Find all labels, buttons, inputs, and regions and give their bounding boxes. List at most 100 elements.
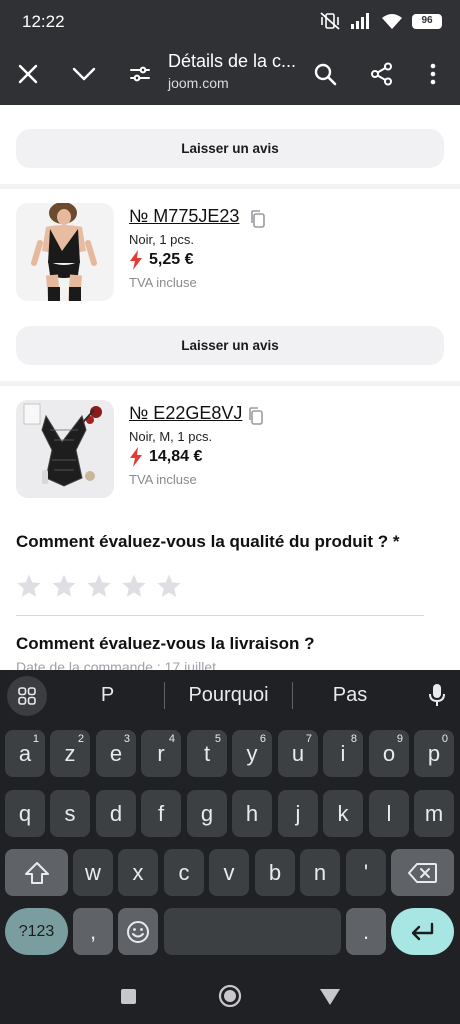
- section-separator: [0, 381, 460, 386]
- star-icon[interactable]: [51, 573, 77, 599]
- key-t[interactable]: t5: [187, 730, 227, 777]
- key-c[interactable]: c: [164, 849, 204, 896]
- key-i[interactable]: i8: [323, 730, 363, 777]
- star-icon[interactable]: [16, 573, 42, 599]
- wifi-icon: [382, 14, 402, 29]
- status-time: 12:22: [22, 12, 65, 31]
- suggestion[interactable]: P: [60, 684, 155, 707]
- star-icon[interactable]: [156, 573, 182, 599]
- star-icon[interactable]: [121, 573, 147, 599]
- tax-note: TVA incluse: [129, 472, 197, 487]
- page-title: Détails de la c...: [168, 51, 297, 71]
- key-f[interactable]: f: [141, 790, 181, 837]
- page-title-area[interactable]: Détails de la c... joom.com: [168, 51, 308, 91]
- browser-toolbar: Détails de la c... joom.com: [0, 44, 460, 105]
- key-o[interactable]: o9: [369, 730, 409, 777]
- delivery-question: Comment évaluez-vous la livraison ?: [16, 634, 315, 653]
- suggestion[interactable]: Pas: [298, 684, 402, 707]
- battery-icon: 96: [412, 13, 442, 29]
- vibrate-off-icon: [320, 12, 340, 30]
- order-price: 5,25 €: [149, 251, 194, 268]
- divider: [16, 615, 424, 616]
- key-e[interactable]: e3: [96, 730, 136, 777]
- shift-key[interactable]: [5, 849, 68, 896]
- key-k[interactable]: k: [323, 790, 363, 837]
- key-l[interactable]: l: [369, 790, 409, 837]
- emoji-key[interactable]: [118, 908, 158, 955]
- quality-rating[interactable]: [16, 573, 182, 599]
- keyboard: P Pourquoi Pas a1 z2 e3 r4 t5 y6 u7 i8 o…: [0, 670, 460, 970]
- quality-question: Comment évaluez-vous la qualité du produ…: [16, 532, 400, 551]
- copy-icon[interactable]: [248, 209, 268, 229]
- back-icon[interactable]: [319, 988, 341, 1006]
- lightning-icon: [130, 250, 142, 270]
- order-date: Date de la commande : 17 juillet: [16, 659, 216, 670]
- status-bar: 12:22 96: [0, 0, 460, 44]
- key-y[interactable]: y6: [232, 730, 272, 777]
- page-url: joom.com: [168, 75, 229, 91]
- leave-review-button[interactable]: Laisser un avis: [16, 326, 444, 365]
- suggestion-bar: P Pourquoi Pas: [0, 670, 460, 722]
- status-icons: 96: [319, 11, 442, 31]
- key-apostrophe[interactable]: ': [346, 849, 386, 896]
- key-n[interactable]: n: [300, 849, 340, 896]
- keyboard-menu-button[interactable]: [7, 676, 47, 716]
- signal-icon: [351, 13, 369, 29]
- key-q[interactable]: q: [5, 790, 45, 837]
- symbols-key[interactable]: ?123: [5, 908, 68, 955]
- key-u[interactable]: u7: [278, 730, 318, 777]
- key-h[interactable]: h: [232, 790, 272, 837]
- key-j[interactable]: j: [278, 790, 318, 837]
- star-icon[interactable]: [86, 573, 112, 599]
- key-r[interactable]: r4: [141, 730, 181, 777]
- page-content: Laisser un avis № M775JE23 Noir, 1 pcs. …: [0, 105, 460, 670]
- recents-icon[interactable]: [120, 988, 137, 1005]
- leave-review-button[interactable]: Laisser un avis: [16, 129, 444, 168]
- key-v[interactable]: v: [209, 849, 249, 896]
- order-number[interactable]: № E22GE8VJ: [129, 403, 242, 424]
- navigation-bar: [0, 970, 460, 1024]
- share-button[interactable]: [362, 54, 402, 94]
- order-variant: Noir, 1 pcs.: [129, 232, 195, 247]
- tax-note: TVA incluse: [129, 275, 197, 290]
- key-w[interactable]: w: [73, 849, 113, 896]
- microphone-icon[interactable]: [429, 683, 445, 707]
- backspace-key[interactable]: [391, 849, 454, 896]
- shift-icon: [24, 861, 49, 884]
- suggestion[interactable]: Pourquoi: [170, 684, 287, 707]
- key-m[interactable]: m: [414, 790, 454, 837]
- lingerie-image: [16, 203, 114, 301]
- product-image[interactable]: [16, 203, 114, 301]
- minimize-button[interactable]: [64, 54, 104, 94]
- price-row: 14,84 €: [129, 447, 202, 467]
- key-b[interactable]: b: [255, 849, 295, 896]
- home-icon[interactable]: [218, 984, 242, 1008]
- page-settings-button[interactable]: [120, 54, 160, 94]
- key-d[interactable]: d: [96, 790, 136, 837]
- enter-icon: [411, 922, 433, 940]
- backspace-icon: [407, 862, 437, 883]
- key-x[interactable]: x: [118, 849, 158, 896]
- enter-key[interactable]: [391, 908, 454, 955]
- period-key[interactable]: .: [346, 908, 386, 955]
- space-key[interactable]: [164, 908, 341, 955]
- suggestion-divider: [164, 682, 165, 709]
- copy-icon[interactable]: [246, 406, 266, 426]
- key-g[interactable]: g: [187, 790, 227, 837]
- comma-key[interactable]: ,: [73, 908, 113, 955]
- key-a[interactable]: a1: [5, 730, 45, 777]
- share-icon: [371, 62, 392, 86]
- more-vert-icon: [430, 63, 436, 85]
- suggestion-divider: [292, 682, 293, 709]
- key-z[interactable]: z2: [50, 730, 90, 777]
- tune-icon: [130, 66, 150, 82]
- order-number[interactable]: № M775JE23: [129, 206, 239, 227]
- lingerie-image: [16, 400, 114, 498]
- key-p[interactable]: p0: [414, 730, 454, 777]
- close-button[interactable]: [8, 54, 48, 94]
- section-separator: [0, 184, 460, 189]
- product-image[interactable]: [16, 400, 114, 498]
- search-button[interactable]: [305, 54, 345, 94]
- more-options-button[interactable]: [413, 54, 453, 94]
- key-s[interactable]: s: [50, 790, 90, 837]
